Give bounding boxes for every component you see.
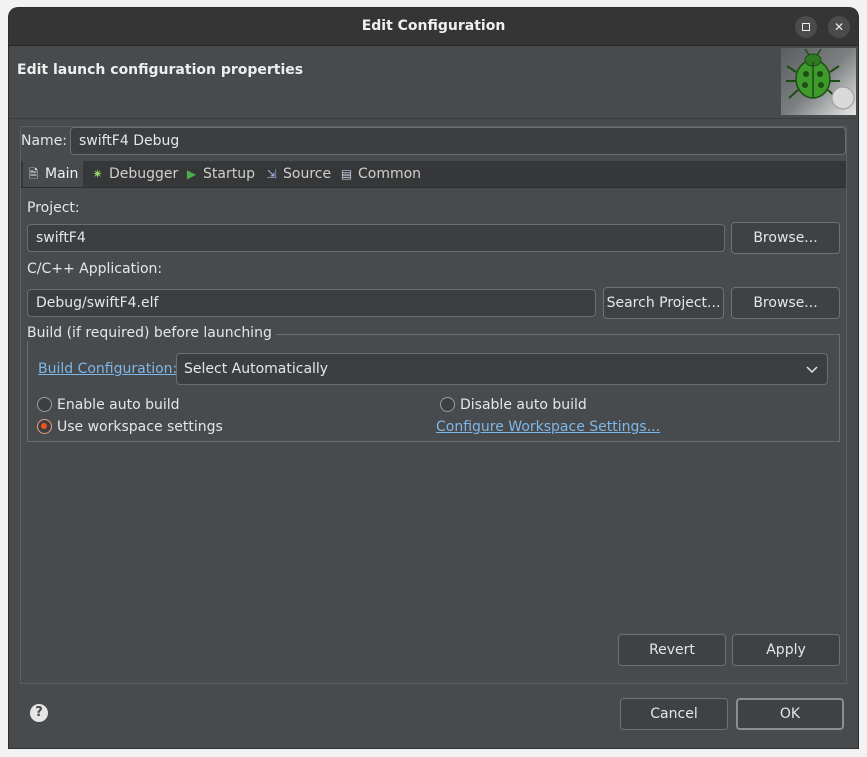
header-title: Edit launch configuration properties [17, 62, 304, 78]
disable-auto-build-label: Disable auto build [460, 397, 587, 413]
tab-main[interactable]: 🗎 Main [23, 161, 83, 187]
debug-banner-image [781, 48, 856, 115]
project-label: Project: [27, 200, 80, 216]
tab-source-label: Source [283, 166, 332, 182]
use-workspace-settings-radio[interactable] [37, 419, 52, 434]
tab-common[interactable]: ▤ Common [336, 161, 425, 187]
tab-common-label: Common [358, 166, 422, 182]
name-input[interactable]: swiftF4 Debug [70, 127, 846, 155]
cancel-button[interactable]: Cancel [620, 698, 728, 730]
search-project-button[interactable]: Search Project... [603, 287, 724, 319]
maximize-icon [802, 23, 810, 31]
revert-button[interactable]: Revert [618, 634, 726, 666]
edit-configuration-dialog: Edit Configuration ✕ Edit launch configu… [9, 8, 858, 748]
tab-debugger[interactable]: ✷ Debugger [87, 161, 182, 187]
window-title: Edit Configuration [361, 18, 506, 34]
bug-icon: ✷ [92, 167, 103, 181]
application-browse-button[interactable]: Browse... [731, 287, 840, 319]
configure-workspace-settings-link[interactable]: Configure Workspace Settings... [436, 419, 660, 435]
build-configuration-select[interactable]: Select Automatically [176, 353, 828, 385]
tab-bar: 🗎 Main ✷ Debugger ▶ Startup ⇲ Source ▤ C… [21, 161, 846, 188]
table-icon: ▤ [340, 167, 353, 181]
enable-auto-build-label: Enable auto build [57, 397, 180, 413]
dialog-header: Edit launch configuration properties [9, 46, 858, 118]
project-input[interactable]: swiftF4 [27, 224, 725, 252]
header-separator [9, 118, 858, 119]
enable-auto-build-radio[interactable] [37, 397, 52, 412]
help-icon[interactable]: ? [30, 704, 48, 722]
close-button[interactable]: ✕ [828, 16, 850, 38]
application-input[interactable]: Debug/swiftF4.elf [27, 289, 596, 317]
use-workspace-settings-label: Use workspace settings [57, 419, 223, 435]
build-configuration-link[interactable]: Build Configuration: [38, 361, 177, 377]
source-icon: ⇲ [266, 167, 277, 181]
maximize-button[interactable] [795, 16, 817, 38]
close-icon: ✕ [833, 20, 845, 34]
chevron-down-icon [806, 366, 818, 374]
document-icon: 🗎 [28, 167, 39, 181]
tab-startup[interactable]: ▶ Startup [181, 161, 259, 187]
project-browse-button[interactable]: Browse... [731, 222, 840, 254]
ok-button[interactable]: OK [736, 698, 844, 730]
bug-logo-icon [786, 48, 855, 110]
tab-source[interactable]: ⇲ Source [261, 161, 335, 187]
name-label: Name: [21, 133, 68, 149]
application-label: C/C++ Application: [27, 261, 163, 277]
tab-debugger-label: Debugger [109, 166, 179, 182]
tab-main-label: Main [45, 166, 79, 182]
title-bar[interactable]: Edit Configuration ✕ [9, 8, 858, 46]
disable-auto-build-radio[interactable] [440, 397, 455, 412]
build-configuration-value: Select Automatically [184, 361, 329, 377]
tab-startup-label: Startup [203, 166, 255, 182]
apply-button[interactable]: Apply [732, 634, 840, 666]
build-group-label: Build (if required) before launching [27, 325, 276, 341]
play-icon: ▶ [186, 167, 197, 181]
